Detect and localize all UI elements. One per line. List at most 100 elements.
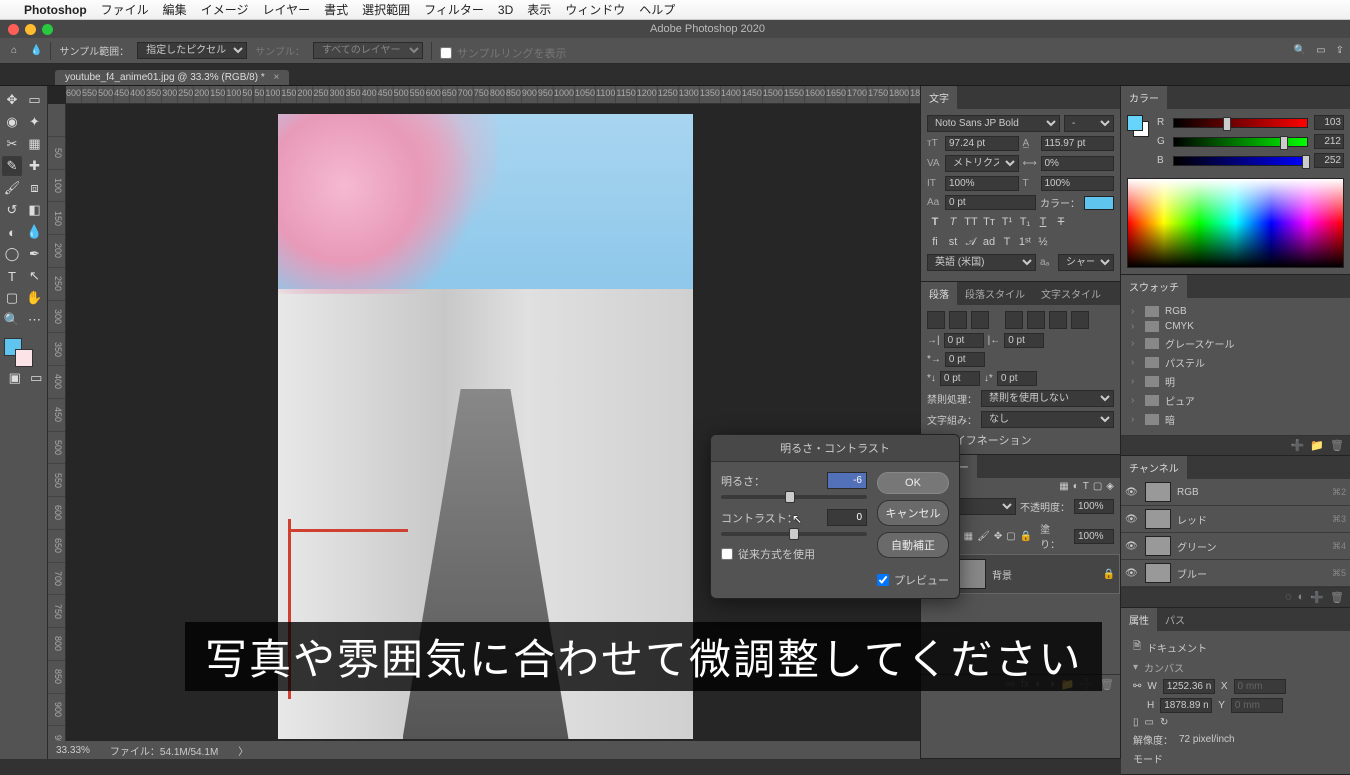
contrast-slider[interactable] (721, 532, 867, 536)
menu-3d[interactable]: 3D (498, 3, 513, 17)
new-swatch-icon[interactable]: ➕ (1291, 439, 1305, 452)
subscript-icon[interactable]: T₁ (1017, 214, 1033, 230)
menu-help[interactable]: ヘルプ (639, 1, 675, 18)
lang-select[interactable]: 英語 (米国) (927, 254, 1036, 271)
kerning-select[interactable]: メトリクス (945, 155, 1019, 172)
x-input[interactable] (1234, 679, 1286, 694)
superscript-icon[interactable]: T¹ (999, 214, 1015, 230)
zoom-level[interactable]: 33.33% (56, 745, 90, 756)
tab-char-style[interactable]: 文字スタイル (1033, 282, 1109, 305)
tab-paragraph[interactable]: 段落 (921, 282, 957, 305)
filter-pixel-icon[interactable]: ▦ (1059, 481, 1068, 492)
tracking-input[interactable] (1041, 156, 1115, 171)
menu-filter[interactable]: フィルター (424, 1, 484, 18)
menu-view[interactable]: 表示 (527, 1, 551, 18)
edit-toolbar[interactable]: ⋯ (25, 310, 45, 330)
swatch-folder[interactable]: ›CMYK (1127, 319, 1344, 334)
ad-icon[interactable]: ad (981, 234, 997, 250)
r-slider[interactable] (1173, 118, 1308, 128)
orient-land-icon[interactable]: ▭ (1145, 717, 1154, 728)
close-tab-icon[interactable]: × (274, 72, 280, 83)
minimize-icon[interactable] (25, 24, 36, 35)
blur-tool[interactable]: 💧 (25, 222, 45, 242)
g-input[interactable] (1314, 134, 1344, 149)
shape-tool[interactable]: ▢ (2, 288, 22, 308)
layer-name[interactable]: 背景 (992, 567, 1012, 582)
frame-tool[interactable]: ▦ (25, 134, 45, 154)
justify-all-icon[interactable] (1071, 311, 1089, 329)
workspace-icon[interactable]: ▭ (1316, 45, 1325, 56)
tab-swatches[interactable]: スウォッチ (1121, 275, 1187, 298)
foreground-swatch[interactable] (4, 338, 22, 356)
space-after-input[interactable] (997, 371, 1037, 386)
eraser-tool[interactable]: ◧ (25, 200, 45, 220)
app-name[interactable]: Photoshop (24, 3, 87, 17)
menu-window[interactable]: ウィンドウ (565, 1, 625, 18)
save-sel-icon[interactable]: ◐ (1298, 591, 1305, 604)
opacity-input[interactable] (1074, 499, 1114, 514)
leading-input[interactable] (1041, 136, 1115, 151)
type-tool[interactable]: T (2, 266, 22, 286)
space-before-input[interactable] (940, 371, 980, 386)
tab-paths[interactable]: パス (1157, 608, 1193, 631)
color-fgbg[interactable] (1127, 115, 1149, 137)
lock-pos-icon[interactable]: ✥ (994, 531, 1002, 542)
share-icon[interactable]: ⇪ (1336, 45, 1344, 56)
aa-select[interactable]: シャープ (1058, 254, 1114, 271)
swatch-folder[interactable]: ›RGB (1127, 304, 1344, 319)
background-swatch[interactable] (15, 349, 33, 367)
screenmode-icon[interactable]: ▭ (28, 368, 46, 388)
auto-button[interactable]: 自動補正 (877, 532, 949, 558)
swatch-folder[interactable]: ›ピュア (1127, 391, 1344, 410)
swatch-folder[interactable]: ›グレースケール (1127, 334, 1344, 353)
width-input[interactable] (1163, 679, 1215, 694)
lock-all-icon[interactable]: 🔒 (1020, 531, 1032, 542)
new-channel-icon[interactable]: ➕ (1310, 591, 1324, 604)
ok-button[interactable]: OK (877, 472, 949, 494)
tab-color[interactable]: カラー (1121, 86, 1167, 109)
fill-input[interactable] (1074, 529, 1114, 544)
align-center-icon[interactable] (949, 311, 967, 329)
channel-row[interactable]: 👁RGB⌘2 (1121, 479, 1350, 506)
filter-shape-icon[interactable]: ▢ (1093, 481, 1102, 492)
quickmask-icon[interactable]: ▣ (6, 368, 24, 388)
tab-properties[interactable]: 属性 (1121, 608, 1157, 631)
sample-size-select[interactable]: 指定したピクセル (137, 42, 247, 59)
legacy-checkbox[interactable] (721, 548, 733, 560)
dodge-tool[interactable]: ◯ (2, 244, 22, 264)
baseline-input[interactable] (945, 195, 1036, 210)
justify-center-icon[interactable] (1027, 311, 1045, 329)
sample-layers-select[interactable]: すべてのレイヤー (313, 42, 423, 59)
color-swatches[interactable] (2, 332, 45, 366)
brush-tool[interactable]: 🖌 (2, 178, 22, 198)
history-brush-tool[interactable]: ↺ (2, 200, 22, 220)
r-input[interactable] (1314, 115, 1344, 130)
font-family-select[interactable]: Noto Sans JP Bold (927, 115, 1060, 132)
prohibit-select[interactable]: 禁則を使用しない (981, 390, 1114, 407)
filter-type-icon[interactable]: T (1083, 481, 1089, 492)
align-left-icon[interactable] (927, 311, 945, 329)
heal-tool[interactable]: ✚ (25, 156, 45, 176)
sample-ring-checkbox[interactable] (440, 47, 452, 59)
home-icon[interactable]: ⌂ (6, 43, 22, 59)
contrast-input[interactable] (827, 509, 867, 526)
underline-icon[interactable]: T (1035, 214, 1051, 230)
indent-left-input[interactable] (944, 333, 984, 348)
menu-select[interactable]: 選択範囲 (362, 1, 410, 18)
smallcaps-icon[interactable]: Tᴛ (981, 214, 997, 230)
lock-nest-icon[interactable]: ▢ (1006, 531, 1015, 542)
indent-first-input[interactable] (945, 352, 985, 367)
height-input[interactable] (1160, 698, 1212, 713)
lasso-tool[interactable]: ◉ (2, 112, 22, 132)
menu-type[interactable]: 書式 (324, 1, 348, 18)
menu-file[interactable]: ファイル (101, 1, 149, 18)
strike-icon[interactable]: T (1053, 214, 1069, 230)
font-style-select[interactable]: - (1064, 115, 1114, 132)
orient-port-icon[interactable]: ▯ (1133, 717, 1139, 728)
search-icon[interactable]: 🔍 (1294, 45, 1306, 56)
new-group-icon[interactable]: 📁 (1310, 439, 1324, 452)
bold-icon[interactable]: T (927, 214, 943, 230)
link-wh-icon[interactable]: ⚯ (1133, 681, 1141, 692)
trash-swatch-icon[interactable]: 🗑 (1330, 439, 1344, 452)
visibility-icon[interactable]: 👁 (1125, 568, 1139, 579)
